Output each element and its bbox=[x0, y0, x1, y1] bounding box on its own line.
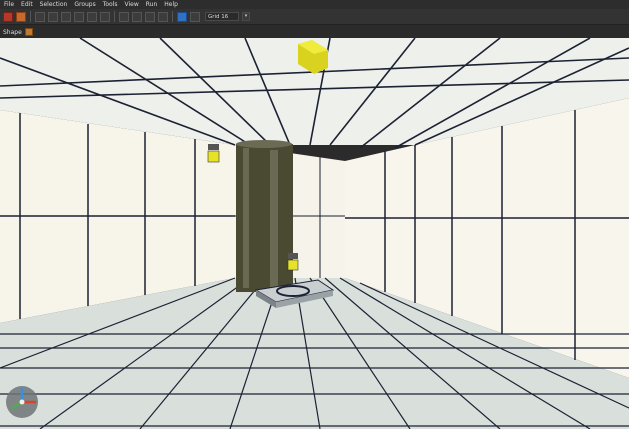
menu-edit[interactable]: Edit bbox=[21, 0, 33, 9]
menu-file[interactable]: File bbox=[4, 0, 14, 9]
shape-label: Shape bbox=[3, 28, 22, 36]
menu-help[interactable]: Help bbox=[164, 0, 178, 9]
separator bbox=[172, 11, 173, 22]
snap-icon[interactable] bbox=[177, 11, 187, 22]
show-icon[interactable] bbox=[87, 11, 97, 22]
menu-groups[interactable]: Groups bbox=[74, 0, 95, 9]
grid-size-select[interactable]: Grid 16 bbox=[205, 12, 239, 21]
snap-settings-icon[interactable] bbox=[190, 11, 200, 22]
3d-viewport[interactable] bbox=[0, 38, 629, 429]
yellow-cube-wall[interactable] bbox=[207, 144, 220, 163]
menu-view[interactable]: View bbox=[125, 0, 139, 9]
pillar[interactable] bbox=[236, 140, 293, 292]
menu-run[interactable]: Run bbox=[146, 0, 158, 9]
toolbar: Grid 16 ▾ bbox=[0, 9, 629, 25]
orientation-gizmo[interactable] bbox=[4, 384, 40, 420]
hide-icon[interactable] bbox=[74, 11, 84, 22]
layer-icon[interactable] bbox=[100, 11, 110, 22]
shape-icon[interactable] bbox=[24, 28, 33, 36]
rotate-icon[interactable] bbox=[145, 11, 155, 22]
flip-v-icon[interactable] bbox=[132, 11, 142, 22]
separator bbox=[30, 11, 31, 22]
split-icon[interactable] bbox=[158, 11, 168, 22]
gizmo-center-icon bbox=[19, 399, 25, 405]
texture-icon[interactable] bbox=[16, 11, 26, 22]
menu-selection[interactable]: Selection bbox=[40, 0, 68, 9]
align-left-icon[interactable] bbox=[35, 11, 45, 22]
chevron-down-icon[interactable]: ▾ bbox=[242, 12, 250, 21]
stop-icon[interactable] bbox=[3, 11, 13, 22]
yellow-cube-pillar[interactable] bbox=[287, 253, 299, 271]
menu-bar: File Edit Selection Groups Tools View Ru… bbox=[0, 0, 629, 9]
viewport-scene[interactable] bbox=[0, 38, 629, 429]
grid-toggle-icon[interactable] bbox=[48, 11, 58, 22]
tool-row: Shape bbox=[0, 26, 629, 38]
flip-h-icon[interactable] bbox=[119, 11, 129, 22]
separator bbox=[114, 11, 115, 22]
center-icon[interactable] bbox=[61, 11, 71, 22]
menu-tools[interactable]: Tools bbox=[103, 0, 118, 9]
